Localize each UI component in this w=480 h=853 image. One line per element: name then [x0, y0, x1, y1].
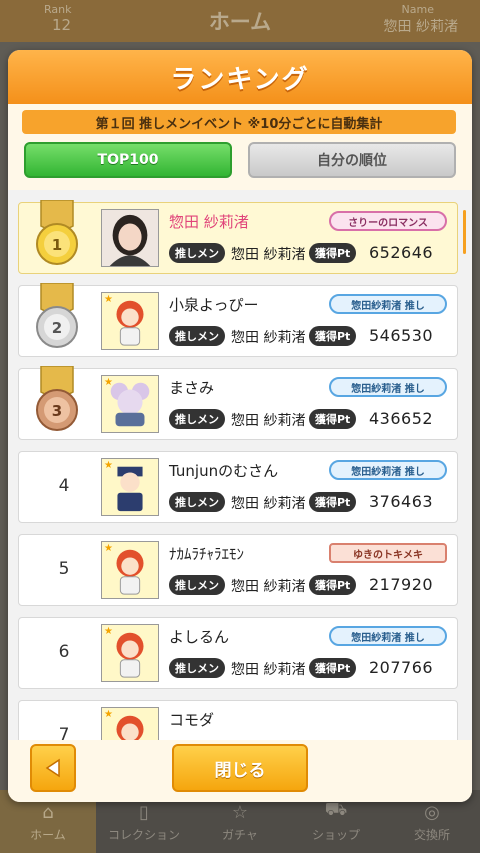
title-badge: さりーのロマンス — [329, 211, 447, 231]
player-name: 小泉よっぴー — [169, 296, 259, 314]
rank-number: 6 — [58, 642, 70, 662]
ranking-list[interactable]: 1 惣田 紗莉渚 さりーのロマンス 推しメン 惣田 紗莉渚 獲得Pt 65264… — [8, 190, 472, 740]
points-value: 207766 — [369, 658, 434, 677]
ranking-row[interactable]: 1 惣田 紗莉渚 さりーのロマンス 推しメン 惣田 紗莉渚 獲得Pt 65264… — [18, 200, 458, 274]
nav-label: 交換所 — [413, 828, 450, 842]
rank-number: 4 — [58, 476, 70, 496]
points-label: 獲得Pt — [309, 409, 357, 429]
silver-medal-icon: 2 — [36, 283, 78, 348]
ranking-row[interactable]: 3 ★ まさみ 惣田紗莉渚 推し 推しメン 惣田 紗莉渚 獲得Pt 436652 — [18, 366, 458, 440]
title-badge: 惣田紗莉渚 推し — [329, 626, 447, 646]
collection-icon: ▯ — [139, 802, 149, 823]
ranking-row[interactable]: 7 ★ コモダ — [18, 700, 458, 740]
oshi-label: 推しメン — [169, 658, 225, 678]
star-icon: ★ — [104, 294, 113, 305]
points-label: 獲得Pt — [309, 492, 357, 512]
nav-label: コレクション — [107, 828, 180, 842]
exchange-icon: ◎ — [424, 802, 440, 823]
ranking-row[interactable]: 2 ★ 小泉よっぴー 惣田紗莉渚 推し 推しメン 惣田 紗莉渚 獲得Pt 546… — [18, 283, 458, 357]
points-value: 376463 — [369, 492, 434, 511]
points-value: 652646 — [369, 243, 434, 262]
ranking-row[interactable]: 5 ★ ﾅｶﾑﾗﾁｬﾗｴﾓﾝ ゆきのトキメキ 推しメン 惣田 紗莉渚 獲得Pt … — [18, 534, 458, 606]
player-name: まさみ — [169, 379, 215, 397]
points-label: 獲得Pt — [309, 575, 357, 595]
scrollbar[interactable] — [463, 210, 466, 254]
tab-my-rank[interactable]: 自分の順位 — [248, 142, 456, 178]
oshi-member: 惣田 紗莉渚 — [231, 247, 306, 263]
player-name: Tunjunのむさん — [169, 462, 279, 480]
event-banner: 第１回 推しメンイベント ※10分ごとに自動集計 — [22, 110, 456, 134]
name-label: Name — [401, 3, 434, 16]
star-icon: ★ — [104, 377, 113, 388]
points-label: 獲得Pt — [309, 326, 357, 346]
points-value: 217920 — [369, 575, 434, 594]
gacha-icon: ☆ — [231, 802, 249, 823]
oshi-label: 推しメン — [169, 243, 225, 263]
avatar: ★ — [101, 707, 159, 740]
oshi-member: 惣田 紗莉渚 — [231, 579, 306, 595]
player-name: ﾅｶﾑﾗﾁｬﾗｴﾓﾝ — [169, 545, 245, 563]
points-value: 546530 — [369, 326, 434, 345]
medal-rank: 1 — [52, 236, 62, 254]
nav-label: ガチャ — [222, 828, 258, 842]
nav-label: ホーム — [30, 828, 66, 842]
title-badge: ゆきのトキメキ — [329, 543, 447, 563]
oshi-member: 惣田 紗莉渚 — [231, 662, 306, 678]
medal-rank: 2 — [52, 319, 62, 337]
star-icon: ★ — [104, 543, 113, 554]
triangle-left-icon — [45, 758, 60, 778]
points-value: 436652 — [369, 409, 434, 428]
star-icon: ★ — [104, 709, 113, 720]
event-banner-text: 第１回 推しメンイベント ※10分ごとに自動集計 — [95, 116, 383, 132]
back-button[interactable] — [30, 744, 76, 792]
oshi-member: 惣田 紗莉渚 — [231, 496, 306, 512]
modal-footer: 閉じる — [8, 740, 472, 802]
app-header: Rank 12 ホーム Name 惣田 紗莉渚 — [0, 0, 480, 42]
player-name: 惣田 紗莉渚 — [169, 213, 249, 231]
points-label: 獲得Pt — [309, 243, 357, 263]
star-icon: ★ — [104, 460, 113, 471]
oshi-member: 惣田 紗莉渚 — [231, 413, 306, 429]
oshi-label: 推しメン — [169, 492, 225, 512]
oshi-label: 推しメン — [169, 409, 225, 429]
modal-title: ランキング — [170, 64, 310, 95]
gold-medal-icon: 1 — [36, 200, 78, 265]
medal-rank: 3 — [52, 402, 62, 420]
tab-top100[interactable]: TOP100 — [24, 142, 232, 178]
modal-header: ランキング — [8, 50, 472, 104]
ranking-row[interactable]: 6 ★ よしるん 惣田紗莉渚 推し 推しメン 惣田 紗莉渚 獲得Pt 20776… — [18, 617, 458, 689]
points-label: 獲得Pt — [309, 658, 357, 678]
close-button[interactable]: 閉じる — [172, 744, 308, 792]
name-value: 惣田 紗莉渚 — [383, 19, 458, 35]
rank-number: 7 — [58, 725, 70, 740]
nav-label: ショップ — [311, 828, 360, 842]
avatar: ★ — [101, 292, 159, 350]
cart-icon: ⛟ — [324, 799, 348, 820]
home-icon: ⌂ — [42, 802, 54, 823]
title-badge: 惣田紗莉渚 推し — [329, 460, 447, 480]
oshi-label: 推しメン — [169, 326, 225, 346]
oshi-label: 推しメン — [169, 575, 225, 595]
rank-number: 5 — [58, 559, 70, 579]
star-icon: ★ — [104, 626, 113, 637]
oshi-member: 惣田 紗莉渚 — [231, 330, 306, 346]
avatar — [101, 209, 159, 267]
player-name: コモダ — [169, 711, 215, 729]
title-badge: 惣田紗莉渚 推し — [329, 294, 447, 314]
avatar: ★ — [101, 541, 159, 599]
title-badge: 惣田紗莉渚 推し — [329, 377, 447, 397]
player-name: よしるん — [169, 628, 230, 646]
avatar: ★ — [101, 624, 159, 682]
avatar: ★ — [101, 375, 159, 433]
ranking-modal: ランキング 第１回 推しメンイベント ※10分ごとに自動集計 TOP100 自分… — [8, 50, 472, 802]
bronze-medal-icon: 3 — [36, 366, 78, 431]
avatar: ★ — [101, 458, 159, 516]
ranking-row[interactable]: 4 ★ Tunjunのむさん 惣田紗莉渚 推し 推しメン 惣田 紗莉渚 獲得Pt… — [18, 451, 458, 523]
